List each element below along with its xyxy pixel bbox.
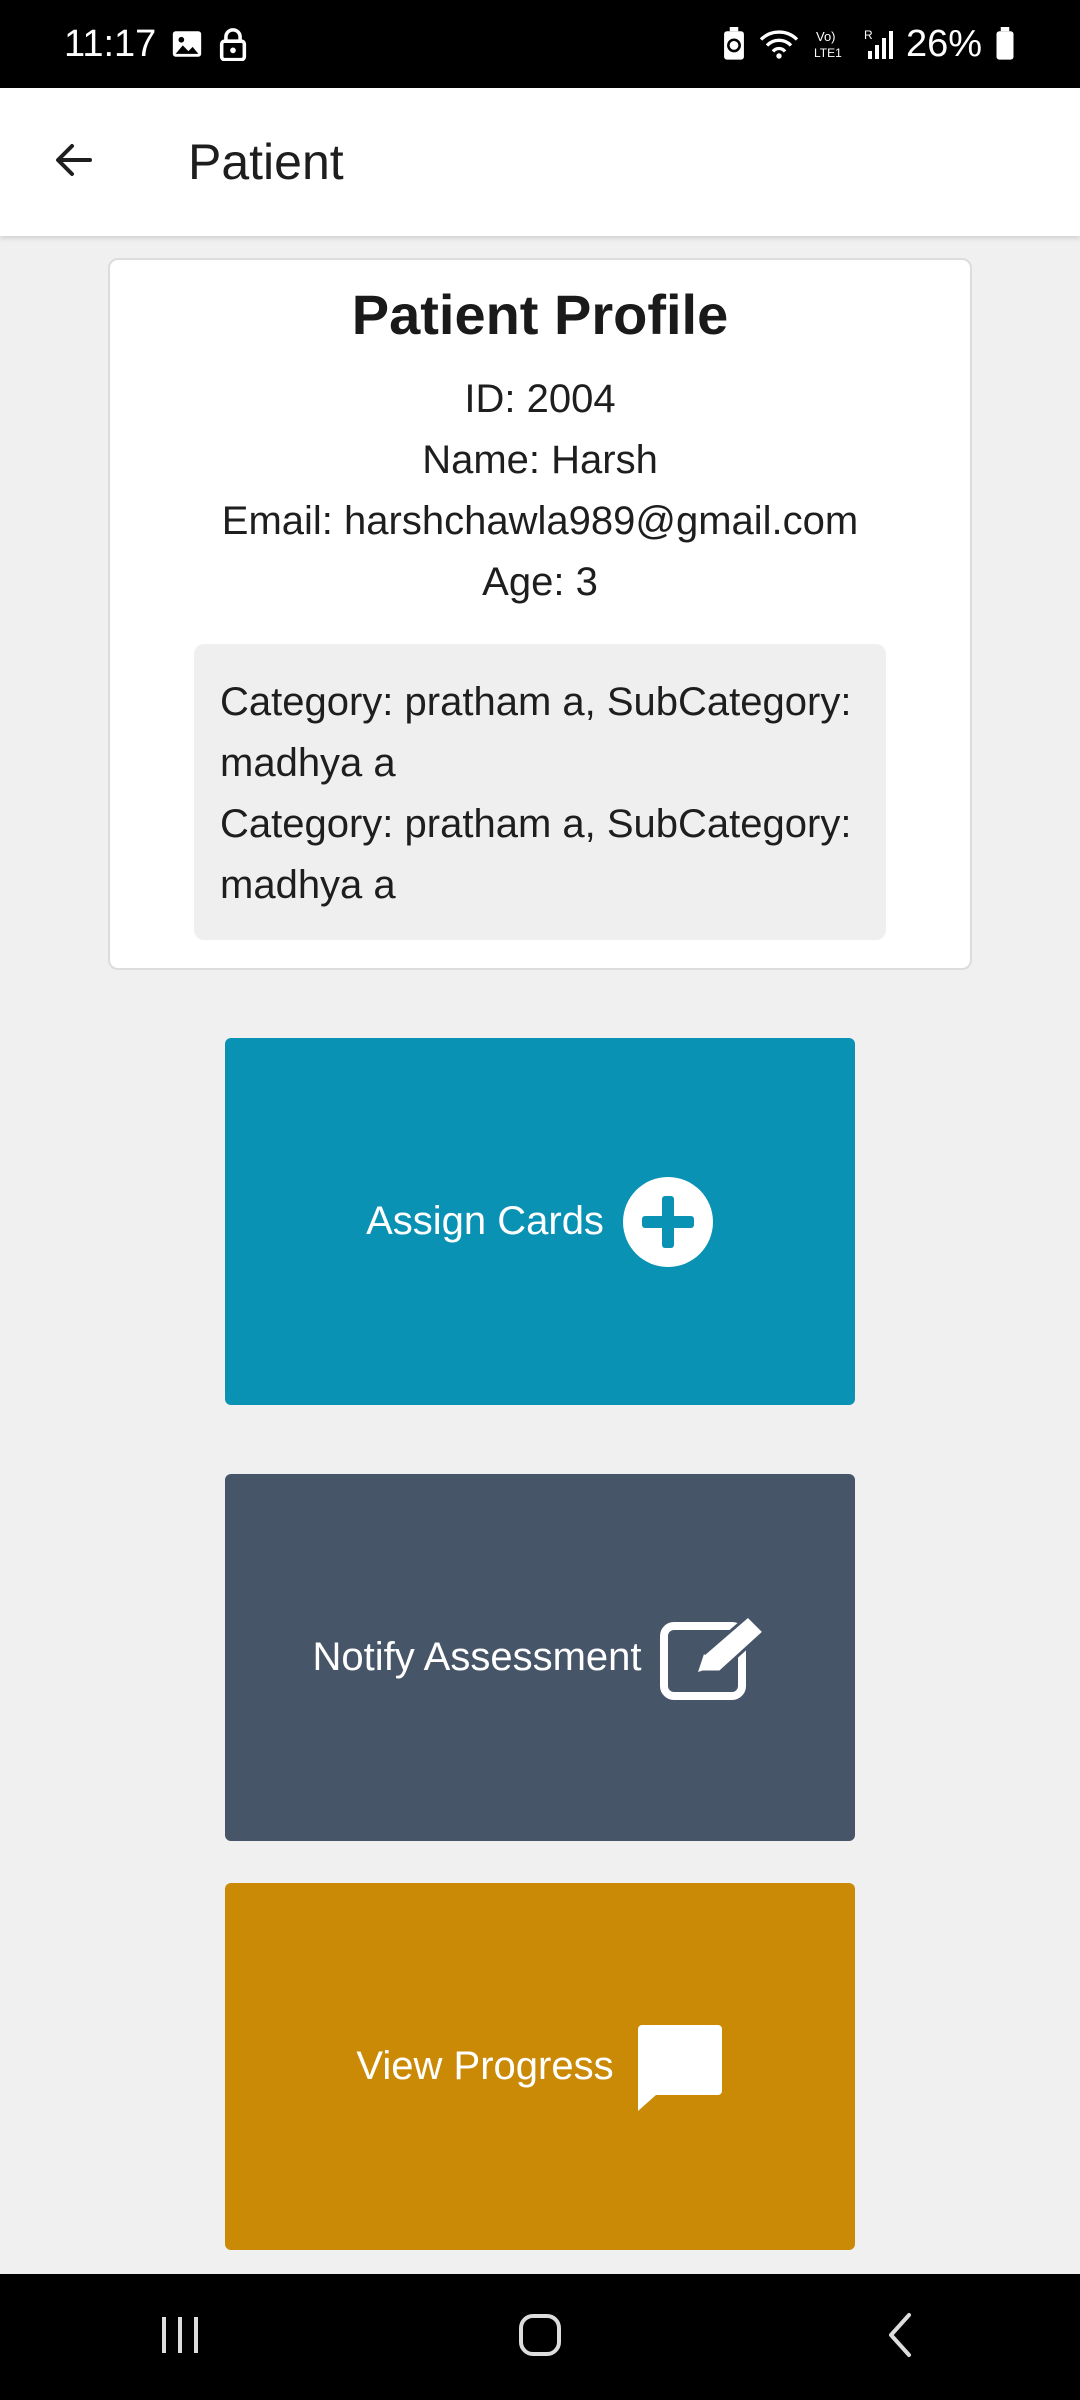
profile-title: Patient Profile — [351, 283, 729, 346]
svg-text:R: R — [864, 28, 873, 42]
patient-id: ID: 2004 — [464, 377, 616, 421]
view-progress-label: View Progress — [356, 2044, 614, 2088]
back-button[interactable] — [24, 112, 124, 212]
recent-apps-button[interactable] — [120, 2287, 240, 2387]
assign-cards-button[interactable]: Assign Cards — [225, 1038, 855, 1405]
system-nav-bar — [0, 2274, 1080, 2400]
battery-saver-icon — [722, 27, 746, 61]
patient-email: Email: harshchawla989@gmail.com — [221, 499, 859, 543]
patient-profile-card: Patient Profile ID: 2004 Name: Harsh Ema… — [108, 258, 972, 970]
profile-details: ID: 2004 Name: Harsh Email: harshchawla9… — [110, 369, 970, 613]
svg-text:Vo): Vo) — [816, 29, 836, 44]
svg-text:LTE1: LTE1 — [814, 46, 842, 60]
home-button[interactable] — [480, 2287, 600, 2387]
category-item: Category: pratham a, SubCategory: madhya… — [220, 680, 852, 785]
lock-icon — [218, 27, 248, 61]
battery-icon — [994, 27, 1016, 61]
app-bar: Patient — [0, 88, 1080, 236]
status-left: 11:17 — [64, 23, 248, 66]
arrow-left-icon — [50, 136, 98, 189]
signal-icon: R — [864, 27, 894, 61]
gallery-icon — [170, 27, 204, 61]
notify-assessment-label: Notify Assessment — [312, 1635, 642, 1679]
notify-assessment-button[interactable]: Notify Assessment — [225, 1474, 855, 1841]
home-icon — [518, 2313, 562, 2362]
nav-back-button[interactable] — [840, 2287, 960, 2387]
category-item: Category: pratham a, SubCategory: madhya… — [220, 802, 852, 907]
page-title: Patient — [188, 134, 344, 190]
recent-apps-icon — [158, 2315, 202, 2360]
plus-circle-icon — [622, 1176, 714, 1268]
category-list: Category: pratham a, SubCategory: madhya… — [194, 644, 886, 940]
back-icon — [885, 2311, 915, 2364]
patient-age: Age: 3 — [482, 560, 598, 604]
volte-icon: Vo) LTE1 — [812, 27, 852, 61]
view-progress-button[interactable]: View Progress — [225, 1883, 855, 2250]
wifi-icon — [758, 27, 800, 61]
status-right: Vo) LTE1 R 26% — [722, 23, 1016, 66]
assign-cards-label: Assign Cards — [366, 1199, 604, 1243]
edit-icon — [659, 1615, 768, 1700]
status-bar: 11:17 Vo) LTE1 R 26% — [0, 0, 1080, 88]
battery-percent: 26% — [905, 22, 982, 65]
patient-name: Name: Harsh — [422, 438, 658, 482]
status-time: 11:17 — [64, 22, 157, 65]
chat-icon — [632, 2021, 724, 2113]
